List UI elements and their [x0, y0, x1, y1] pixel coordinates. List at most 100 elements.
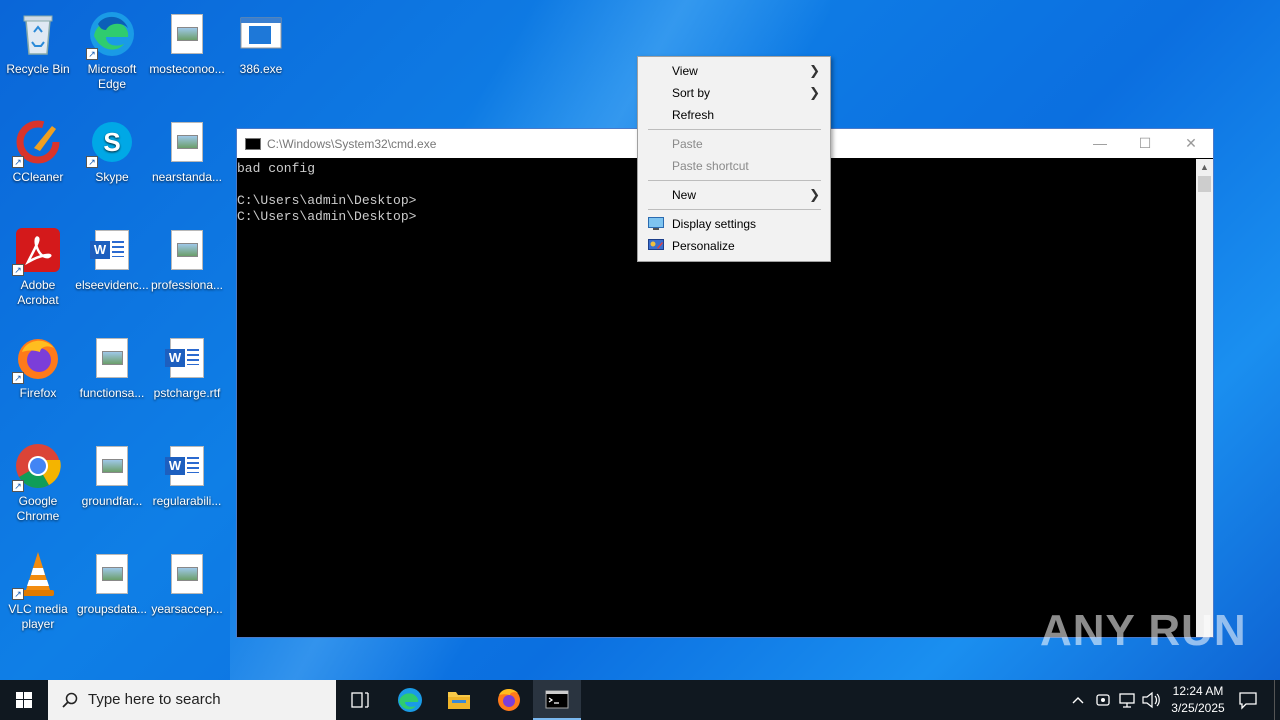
maximize-button[interactable]: ☐: [1122, 129, 1168, 158]
image-file-icon: [88, 334, 136, 382]
folder-icon: [448, 692, 470, 709]
scroll-up-arrow-icon[interactable]: ▲: [1196, 159, 1213, 176]
tray-volume[interactable]: [1140, 680, 1162, 720]
desktop-icon-functionsa[interactable]: functionsa...: [74, 330, 150, 401]
taskbar-cmd[interactable]: [533, 680, 581, 720]
menu-separator: [648, 180, 821, 181]
menu-item-label: Display settings: [672, 217, 757, 231]
close-button[interactable]: ✕: [1168, 129, 1214, 158]
menu-separator: [648, 209, 821, 210]
image-file-icon: [88, 442, 136, 490]
taskbar-edge[interactable]: [386, 680, 434, 720]
show-hidden-icons-button[interactable]: [1068, 680, 1088, 720]
firefox-icon: ↗: [12, 334, 62, 384]
edge-icon: [398, 688, 422, 712]
taskbar: Type here to search 12:24 AM 3/25/2025: [0, 680, 1280, 720]
icon-label: Firefox: [19, 386, 57, 400]
desktop-icon-adobe-acrobat[interactable]: ↗ Adobe Acrobat: [0, 222, 76, 308]
menu-item-label: Paste shortcut: [672, 159, 749, 173]
cmd-window-title: C:\Windows\System32\cmd.exe: [267, 136, 437, 151]
icon-label: professiona...: [150, 278, 224, 292]
desktop-icon-386-exe[interactable]: 386.exe: [223, 6, 299, 77]
recycle-bin-icon: [14, 10, 62, 58]
icon-label: Skype: [95, 170, 129, 184]
show-desktop-button[interactable]: [1274, 680, 1280, 720]
desktop-icon-professiona[interactable]: professiona...: [149, 222, 225, 293]
desktop-icon-google-chrome[interactable]: ↗ Google Chrome: [0, 438, 76, 524]
menu-item-view[interactable]: View ❯: [638, 60, 830, 82]
taskbar-file-explorer[interactable]: [435, 680, 483, 720]
notification-icon: [1239, 692, 1257, 710]
menu-item-refresh[interactable]: Refresh: [638, 104, 830, 126]
menu-item-display-settings[interactable]: Display settings: [638, 213, 830, 235]
desktop-icon-mosteconoo[interactable]: mosteconoo...: [149, 6, 225, 77]
scrollbar-thumb[interactable]: [1198, 176, 1211, 192]
menu-item-personalize[interactable]: Personalize: [638, 235, 830, 257]
desktop-icon-pstcharge[interactable]: W pstcharge.rtf: [149, 330, 225, 401]
menu-item-sort-by[interactable]: Sort by ❯: [638, 82, 830, 104]
menu-separator: [648, 129, 821, 130]
image-file-icon: [163, 550, 211, 598]
taskbar-clock[interactable]: 12:24 AM 3/25/2025: [1160, 683, 1236, 717]
desktop-icon-groundfar[interactable]: groundfar...: [74, 438, 150, 509]
desktop-icon-recycle-bin[interactable]: Recycle Bin: [0, 6, 76, 77]
desktop-icon-edge[interactable]: ↗ Microsoft Edge: [74, 6, 150, 92]
desktop-icon-groupsdata[interactable]: groupsdata...: [74, 546, 150, 617]
tray-network[interactable]: [1116, 680, 1138, 720]
cmd-icon: [545, 690, 569, 709]
desktop-icon-skype[interactable]: S ↗ Skype: [74, 114, 150, 185]
search-placeholder: Type here to search: [88, 691, 221, 708]
desktop-icon-regularabili[interactable]: W regularabili...: [149, 438, 225, 509]
chevron-up-icon: [1072, 697, 1084, 704]
minimize-button[interactable]: —: [1077, 129, 1123, 158]
desktop-context-menu: View ❯ Sort by ❯ Refresh Paste Paste sho…: [637, 56, 831, 262]
desktop-icon-yearsaccep[interactable]: yearsaccep...: [149, 546, 225, 617]
chevron-right-icon: ❯: [809, 187, 820, 202]
speaker-icon: [1142, 691, 1160, 709]
tray-meet-now[interactable]: [1092, 680, 1114, 720]
vlc-cone-icon: ↗: [12, 550, 62, 600]
icon-label: Google Chrome: [16, 494, 60, 523]
clock-date: 3/25/2025: [1171, 701, 1225, 715]
word-document-icon: W: [163, 334, 211, 382]
personalize-icon: [648, 239, 664, 250]
webcam-icon: [1096, 694, 1110, 706]
desktop-icon-vlc[interactable]: ↗ VLC media player: [0, 546, 76, 632]
vertical-scrollbar[interactable]: ▲: [1196, 159, 1213, 637]
image-file-icon: [163, 10, 211, 58]
icon-label: functionsa...: [79, 386, 145, 400]
desktop-icon-firefox[interactable]: ↗ Firefox: [0, 330, 76, 401]
icon-label: Recycle Bin: [6, 62, 70, 76]
task-view-button[interactable]: [336, 680, 384, 720]
icon-label: Microsoft Edge: [87, 62, 137, 91]
image-file-icon: [163, 226, 211, 274]
menu-item-paste: Paste: [638, 133, 830, 155]
menu-item-new[interactable]: New ❯: [638, 184, 830, 206]
taskbar-firefox[interactable]: [485, 680, 533, 720]
desktop-icon-nearstanda[interactable]: nearstanda...: [149, 114, 225, 185]
menu-item-label: Refresh: [672, 108, 715, 122]
menu-item-label: View: [672, 64, 698, 78]
icon-label: groupsdata...: [76, 602, 148, 616]
desktop-icon-ccleaner[interactable]: ↗ CCleaner: [0, 114, 76, 185]
word-document-icon: W: [163, 442, 211, 490]
chrome-icon: ↗: [12, 442, 62, 492]
network-icon: [1119, 693, 1135, 708]
start-button[interactable]: [0, 680, 48, 720]
skype-icon: S ↗: [86, 118, 136, 168]
icon-label: regularabili...: [152, 494, 222, 508]
image-file-icon: [88, 550, 136, 598]
action-center-button[interactable]: [1236, 680, 1260, 720]
word-document-icon: W: [88, 226, 136, 274]
display-settings-icon: [648, 217, 664, 230]
menu-item-label: New: [672, 188, 697, 202]
edge-icon: ↗: [86, 10, 136, 60]
cmd-app-icon: [245, 137, 261, 150]
desktop-icon-elseevidenc[interactable]: W elseevidenc...: [74, 222, 150, 293]
chevron-right-icon: ❯: [809, 63, 820, 78]
menu-item-label: Sort by: [672, 86, 711, 100]
chevron-right-icon: ❯: [809, 85, 820, 100]
taskbar-search-box[interactable]: Type here to search: [48, 680, 336, 720]
task-view-icon: [351, 692, 369, 708]
svg-text:S: S: [103, 127, 120, 157]
